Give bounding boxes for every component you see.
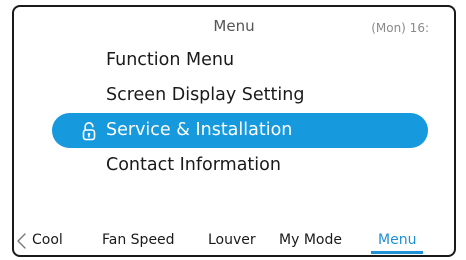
menu-item-contact-information[interactable]: Contact Information [52,148,428,183]
bottom-tab-bar: Cool Fan Speed Louver My Mode Menu [14,227,454,255]
device: Menu (Mon) 16: Function Menu Screen Disp… [0,0,466,260]
tab-louver[interactable]: Louver [208,232,256,248]
tab-menu[interactable]: Menu [378,232,416,248]
menu-item-service-installation[interactable]: Service & Installation [52,113,428,148]
menu-list: Function Menu Screen Display Setting Ser… [52,43,428,183]
menu-item-screen-display-setting[interactable]: Screen Display Setting [52,78,428,113]
tab-cool[interactable]: Cool [32,232,63,248]
chevron-left-icon[interactable] [15,232,29,250]
display-screen: Menu (Mon) 16: Function Menu Screen Disp… [12,5,456,257]
lock-icon [82,122,96,141]
menu-item-function-menu[interactable]: Function Menu [52,43,428,78]
tab-fan-speed[interactable]: Fan Speed [102,232,175,248]
clock: (Mon) 16: [371,21,429,35]
active-tab-indicator [371,251,423,254]
tab-my-mode[interactable]: My Mode [279,232,342,248]
menu-item-label: Service & Installation [106,120,293,140]
